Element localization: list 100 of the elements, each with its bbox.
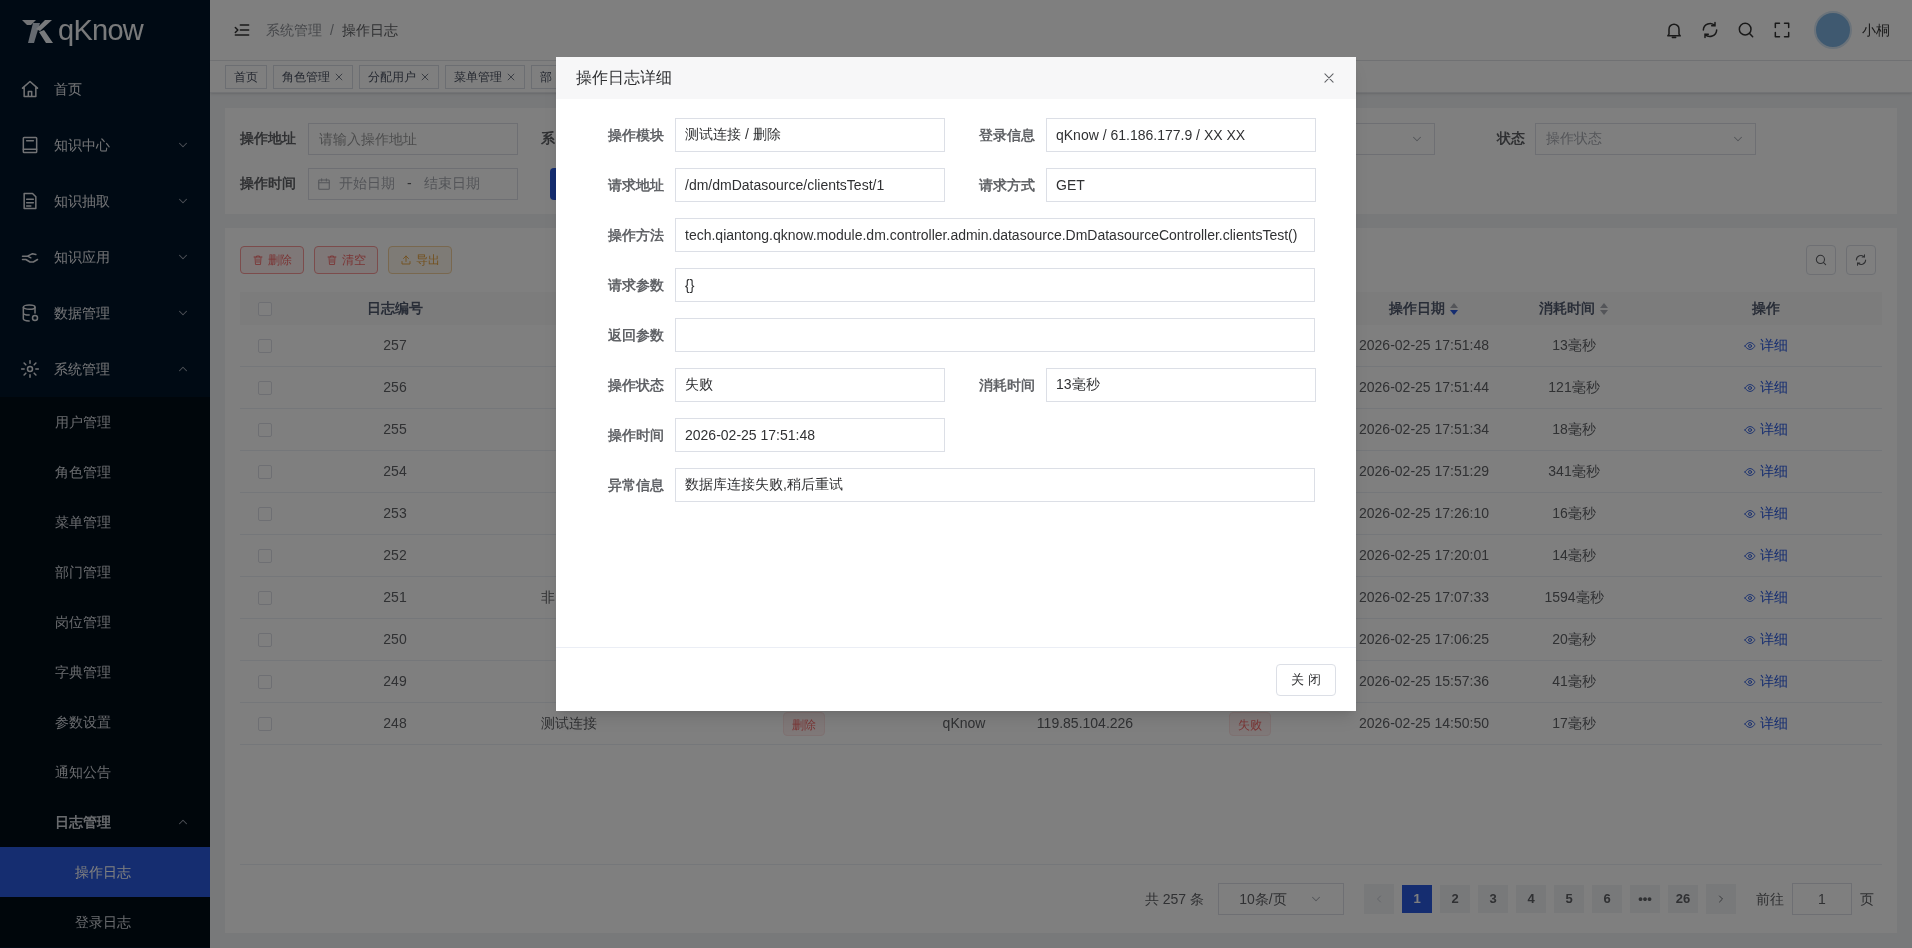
text-field[interactable]: tech.qiantong.qknow.module.dm.controller.admin.datasource.DmDatasourceController.clientsTest() bbox=[675, 218, 1315, 252]
table-cell-text: 2026-02-25 17:51:29 bbox=[1359, 462, 1489, 481]
page-size-select[interactable]: 10条/页 bbox=[1218, 883, 1344, 915]
sidebar-item[interactable]: 首页 bbox=[0, 61, 210, 117]
text-field[interactable]: 失败 bbox=[675, 368, 945, 402]
eye-icon bbox=[1743, 591, 1756, 604]
fullscreen-icon[interactable] bbox=[1772, 20, 1792, 40]
field-label: 异常信息 bbox=[608, 475, 664, 495]
field-label: 操作时间 bbox=[608, 425, 664, 445]
sidebar-item[interactable]: 角色管理 bbox=[0, 447, 210, 497]
text-field[interactable]: qKnow / 61.186.177.9 / XX XX bbox=[1046, 118, 1316, 152]
detail-link[interactable]: 详细 bbox=[1743, 503, 1788, 524]
close-icon[interactable] bbox=[506, 71, 516, 82]
column-header: 日志编号 bbox=[367, 299, 423, 318]
detail-link[interactable]: 详细 bbox=[1743, 335, 1788, 356]
detail-link[interactable]: 详细 bbox=[1743, 419, 1788, 440]
page-button[interactable]: 4 bbox=[1516, 885, 1546, 913]
document-icon bbox=[20, 191, 40, 211]
sidebar-item[interactable]: 用户管理 bbox=[0, 397, 210, 447]
sidebar-item[interactable]: 知识抽取 bbox=[0, 173, 210, 229]
book-icon bbox=[20, 135, 40, 155]
sidebar-item[interactable]: 操作日志 bbox=[0, 847, 210, 897]
tab[interactable]: 菜单管理 bbox=[445, 64, 525, 89]
table-cell-text: 16毫秒 bbox=[1552, 504, 1596, 523]
tab[interactable]: 分配用户 bbox=[359, 64, 439, 89]
next-page-button[interactable] bbox=[1706, 884, 1736, 914]
refresh-icon[interactable] bbox=[1700, 20, 1720, 40]
detail-link[interactable]: 详细 bbox=[1743, 629, 1788, 650]
detail-link[interactable]: 详细 bbox=[1743, 377, 1788, 398]
column-header[interactable]: 消耗时间 bbox=[1539, 298, 1609, 319]
page-button[interactable]: 2 bbox=[1440, 885, 1470, 913]
sidebar-item[interactable]: 数据管理 bbox=[0, 285, 210, 341]
field-label: 操作模块 bbox=[608, 125, 664, 145]
text-field[interactable]: 测试连接 / 删除 bbox=[675, 118, 945, 152]
close-button[interactable]: 关 闭 bbox=[1276, 663, 1336, 696]
search-icon[interactable] bbox=[1736, 20, 1756, 40]
search-toggle-button[interactable] bbox=[1806, 245, 1836, 275]
text-field[interactable]: /dm/dmDatasource/clientsTest/1 bbox=[675, 168, 945, 202]
refresh-button[interactable] bbox=[1846, 245, 1876, 275]
close-icon[interactable] bbox=[420, 71, 430, 82]
field-label: 操作状态 bbox=[608, 375, 664, 395]
calendar-icon bbox=[317, 176, 331, 191]
sidebar-item[interactable]: 字典管理 bbox=[0, 647, 210, 697]
user-name[interactable]: 小桐 bbox=[1862, 19, 1890, 41]
close-icon[interactable] bbox=[334, 71, 344, 82]
tab[interactable]: 角色管理 bbox=[273, 64, 353, 89]
sidebar-item[interactable]: 部门管理 bbox=[0, 547, 210, 597]
page-suffix: 页 bbox=[1860, 889, 1874, 909]
field-label: 消耗时间 bbox=[979, 375, 1035, 395]
detail-link[interactable]: 详细 bbox=[1743, 461, 1788, 482]
sidebar-item[interactable]: 参数设置 bbox=[0, 697, 210, 747]
toolbar-button[interactable]: 清空 bbox=[314, 246, 378, 274]
text-field[interactable] bbox=[675, 318, 1315, 352]
detail-link[interactable]: 详细 bbox=[1743, 713, 1788, 734]
table-cell-text: 249 bbox=[383, 672, 407, 691]
sidebar-item[interactable]: 知识中心 bbox=[0, 117, 210, 173]
page-button[interactable]: 6 bbox=[1592, 885, 1622, 913]
sort-icon[interactable] bbox=[1449, 301, 1459, 316]
breadcrumb-item: 操作日志 bbox=[341, 20, 398, 40]
table-cell-text: 256 bbox=[383, 378, 407, 397]
settings-icon bbox=[20, 359, 40, 379]
detail-link[interactable]: 详细 bbox=[1743, 671, 1788, 692]
sidebar-item[interactable]: 日志管理 bbox=[0, 797, 210, 847]
sidebar-item[interactable]: 登录日志 bbox=[0, 897, 210, 947]
sidebar-item[interactable]: 系统管理 bbox=[0, 341, 210, 397]
database-icon bbox=[20, 303, 40, 323]
goto-label: 前往 bbox=[1756, 889, 1784, 909]
text-field[interactable]: {} bbox=[675, 268, 1315, 302]
text-field[interactable]: 数据库连接失败,稍后重试 bbox=[675, 468, 1315, 502]
detail-link[interactable]: 详细 bbox=[1743, 587, 1788, 608]
table-cell-text: 253 bbox=[383, 504, 407, 523]
text-field[interactable]: 2026-02-25 17:51:48 bbox=[675, 418, 945, 452]
page-button[interactable]: 5 bbox=[1554, 885, 1584, 913]
avatar[interactable] bbox=[1814, 11, 1852, 49]
sidebar-item[interactable]: 岗位管理 bbox=[0, 597, 210, 647]
sort-icon[interactable] bbox=[1599, 301, 1609, 316]
page-button[interactable]: 3 bbox=[1478, 885, 1508, 913]
sidebar-item[interactable]: 菜单管理 bbox=[0, 497, 210, 547]
page-button[interactable]: 1 bbox=[1402, 885, 1432, 913]
close-icon[interactable] bbox=[1322, 71, 1336, 85]
table-cell-text: 119.85.104.226 bbox=[1036, 714, 1134, 733]
field-label: 请求参数 bbox=[608, 275, 664, 295]
text-field[interactable]: GET bbox=[1046, 168, 1316, 202]
logo-text: qKnow bbox=[58, 16, 144, 45]
refresh-icon bbox=[1854, 253, 1868, 267]
sidebar-item[interactable]: 通知公告 bbox=[0, 747, 210, 797]
tab[interactable]: 首页 bbox=[225, 64, 267, 89]
page-button[interactable]: 26 bbox=[1668, 885, 1698, 913]
column-header[interactable]: 操作日期 bbox=[1389, 298, 1459, 319]
table-cell-text: 2026-02-25 14:50:50 bbox=[1359, 714, 1489, 733]
table-cell-text: 20毫秒 bbox=[1552, 630, 1596, 649]
trash-icon bbox=[326, 254, 338, 266]
sidebar-item[interactable]: 知识应用 bbox=[0, 229, 210, 285]
table-cell-text: 2026-02-25 15:57:36 bbox=[1359, 672, 1489, 691]
page-input[interactable]: 1 bbox=[1792, 883, 1852, 915]
text-field[interactable]: 13毫秒 bbox=[1046, 368, 1316, 402]
page-button[interactable]: ••• bbox=[1630, 885, 1660, 913]
table-cell-text: 121毫秒 bbox=[1548, 378, 1600, 397]
toolbar-button[interactable]: 删除 bbox=[240, 246, 304, 274]
detail-link[interactable]: 详细 bbox=[1743, 545, 1788, 566]
